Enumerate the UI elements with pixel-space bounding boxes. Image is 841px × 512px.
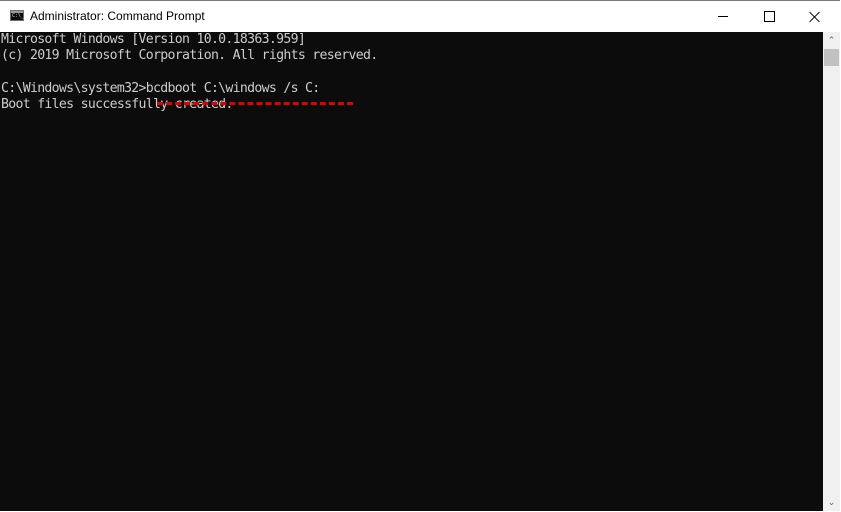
maximize-icon: [763, 11, 775, 22]
command-prompt-window: C:\_ Administrator: Command Prompt Micro…: [0, 0, 840, 511]
close-button[interactable]: [792, 1, 838, 32]
console-line: (c) 2019 Microsoft Corporation. All righ…: [1, 48, 378, 63]
scrollbar-thumb[interactable]: [824, 49, 839, 66]
console-line: Microsoft Windows [Version 10.0.18363.95…: [1, 32, 306, 47]
console-line-command: C:\Windows\system32>bcdboot C:\windows /…: [1, 81, 320, 96]
minimize-icon: [718, 16, 728, 17]
scroll-up-button[interactable]: ⌃: [823, 32, 840, 49]
title-bar[interactable]: C:\_ Administrator: Command Prompt: [0, 1, 840, 32]
cmd-icon-label: C:\_: [12, 13, 25, 19]
scroll-down-button[interactable]: ⌄: [823, 494, 840, 511]
chevron-down-icon: ⌄: [827, 497, 836, 507]
chevron-up-icon: ⌃: [827, 35, 836, 45]
maximize-button[interactable]: [746, 1, 792, 32]
minimize-button[interactable]: [700, 1, 746, 32]
vertical-scrollbar[interactable]: ⌃ ⌄: [823, 32, 840, 511]
console-output[interactable]: Microsoft Windows [Version 10.0.18363.95…: [0, 32, 823, 511]
close-icon: [809, 11, 821, 23]
cmd-icon: C:\_: [10, 10, 24, 21]
window-title: Administrator: Command Prompt: [30, 9, 205, 23]
command-highlight-underline: [157, 99, 353, 105]
